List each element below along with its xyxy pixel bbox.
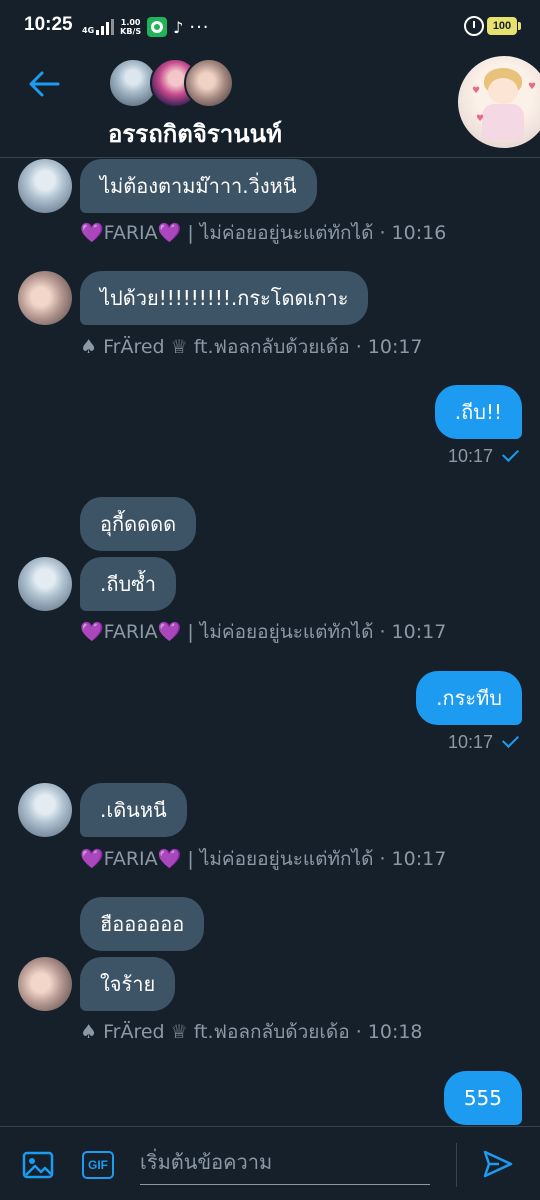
- message-bubble-outgoing[interactable]: .กระทีบ: [416, 671, 522, 725]
- message-meta: ♠ FrÄred ♕ ft.ฟอลกลับด้วยเด้อ · 10:17: [80, 336, 423, 358]
- message-input[interactable]: [140, 1139, 430, 1185]
- message-bubble[interactable]: ไปด้วย!!!!!!!!!.กระโดดเกาะ: [80, 271, 369, 325]
- avatar[interactable]: [18, 271, 72, 325]
- message-bubble[interactable]: .เดินหนี: [80, 783, 187, 837]
- conversation-header: อรรถกิตจิรานนท์ ♥ ♥ ♥: [0, 56, 540, 158]
- avatar[interactable]: [18, 159, 72, 213]
- message-bubble-outgoing[interactable]: 555: [443, 1071, 522, 1125]
- status-bar: 10:25 4G 1.00 KB/S ♪ ··· 100: [0, 0, 540, 56]
- participant-avatars[interactable]: [108, 58, 238, 108]
- app-notification-icon: [147, 17, 168, 37]
- alarm-icon: [464, 16, 484, 36]
- message-meta: 10:17: [448, 445, 519, 467]
- status-time: 10:25: [24, 14, 73, 35]
- message-bubble[interactable]: ใจร้าย: [80, 957, 176, 1011]
- message-meta: 💜FARIA💜 | ไม่ค่อยอยู่นะแต่ทักได้ · 10:17: [80, 621, 447, 643]
- message-bubble[interactable]: ฮืออออออ: [80, 897, 205, 951]
- gif-button[interactable]: GIF: [82, 1151, 114, 1179]
- avatar: [184, 58, 234, 108]
- avatar[interactable]: [18, 783, 72, 837]
- divider: [456, 1143, 457, 1187]
- network-label: 4G: [82, 26, 95, 35]
- message-meta: 10:17: [448, 731, 519, 753]
- image-icon[interactable]: [22, 1151, 54, 1179]
- back-arrow-icon[interactable]: [28, 70, 60, 98]
- signal-icon: 4G: [82, 19, 115, 35]
- message-bubble[interactable]: .ถีบซ้ำ: [80, 557, 176, 611]
- message-meta: ♠ FrÄred ♕ ft.ฟอลกลับด้วยเด้อ · 10:18: [80, 1021, 423, 1043]
- message-bubble[interactable]: อุกี้ดดดด: [80, 497, 197, 551]
- avatar[interactable]: [18, 557, 72, 611]
- tiktok-icon: ♪: [173, 17, 184, 37]
- message-bubble[interactable]: ไม่ต้องตามม๊าาา.วิ่งหนี: [80, 159, 317, 213]
- conversation-title[interactable]: อรรถกิตจิรานนท์: [108, 114, 282, 153]
- avatar[interactable]: [18, 957, 72, 1011]
- sent-check-icon: [502, 445, 519, 462]
- floating-sticker[interactable]: ♥ ♥ ♥: [458, 56, 540, 148]
- message-bubble-outgoing[interactable]: .ถีบ!!: [434, 385, 522, 439]
- spade-icon: ♠: [80, 1021, 98, 1043]
- network-speed: 1.00 KB/S: [120, 18, 142, 36]
- more-notifications-icon: ···: [189, 16, 210, 38]
- message-meta: 💜FARIA💜 | ไม่ค่อยอยู่นะแต่ทักได้ · 10:16: [80, 222, 447, 244]
- message-composer: GIF: [0, 1126, 540, 1200]
- battery-icon: 100: [487, 17, 521, 35]
- send-icon[interactable]: [482, 1149, 514, 1179]
- message-meta: 💜FARIA💜 | ไม่ค่อยอยู่นะแต่ทักได้ · 10:17: [80, 848, 447, 870]
- spade-icon: ♠: [80, 336, 98, 358]
- sent-check-icon: [502, 731, 519, 748]
- message-list[interactable]: ไม่ต้องตามม๊าาา.วิ่งหนี 💜FARIA💜 | ไม่ค่อ…: [0, 159, 540, 1126]
- status-icons: 4G 1.00 KB/S ♪ ···: [82, 16, 210, 38]
